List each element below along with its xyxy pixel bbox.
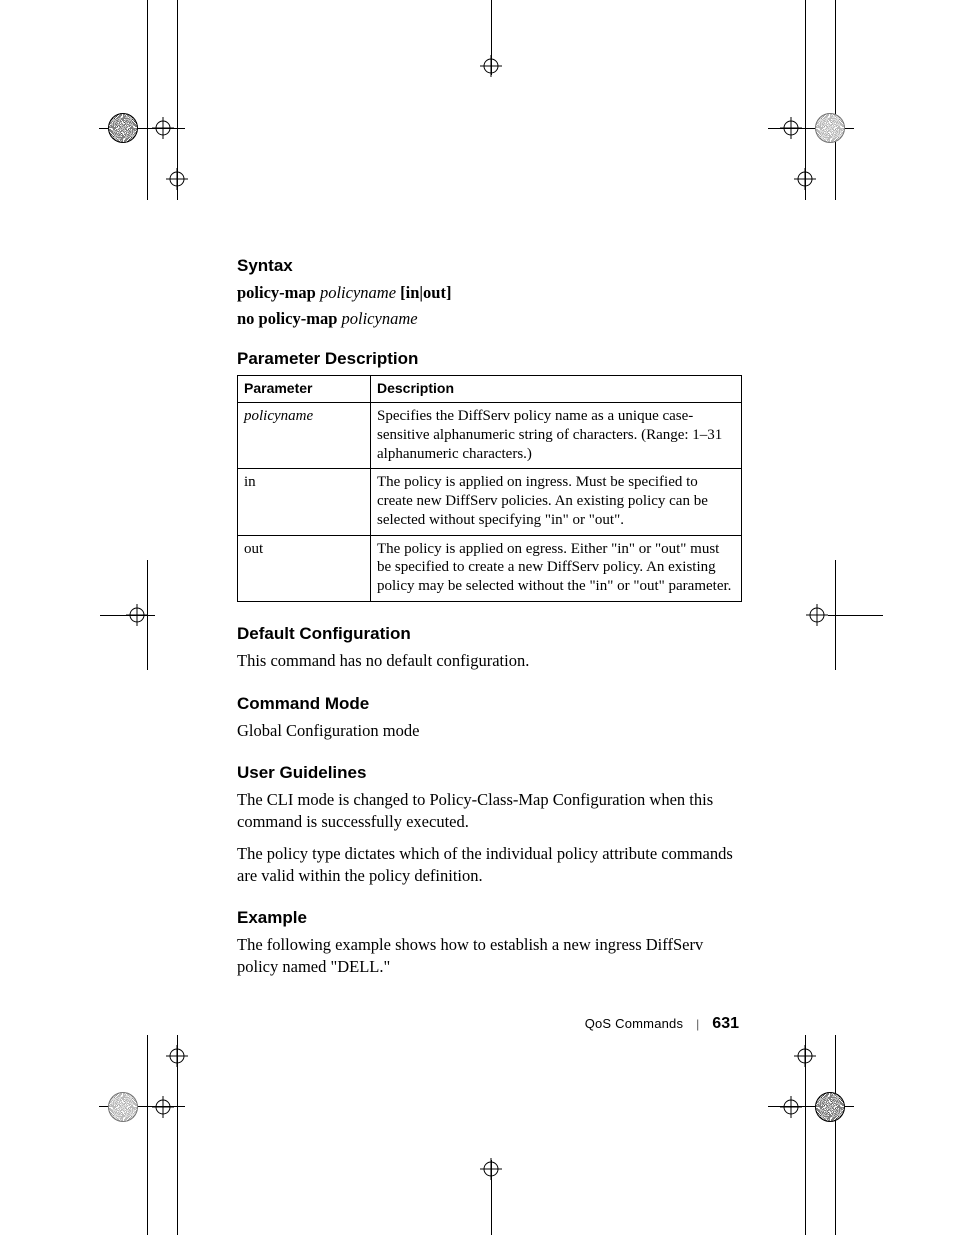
syntax-heading: Syntax [237, 256, 742, 276]
syntax-cmd-1: policy-map [237, 283, 316, 302]
param-cell: in [238, 469, 371, 535]
user-guidelines-p1: The CLI mode is changed to Policy-Class-… [237, 789, 742, 833]
registration-mark-icon [780, 117, 802, 139]
param-cell: out [238, 535, 371, 601]
table-row: inThe policy is applied on ingress. Must… [238, 469, 742, 535]
registration-mark-icon [152, 1096, 174, 1118]
col-header-parameter: Parameter [238, 375, 371, 403]
registration-mark-icon [480, 55, 502, 77]
syntax-cmd-2: no policy-map [237, 309, 337, 328]
registration-star-icon [815, 113, 845, 143]
footer-page-number: 631 [712, 1015, 739, 1032]
example-body: The following example shows how to estab… [237, 934, 742, 978]
footer-separator: | [696, 1016, 699, 1032]
col-header-description: Description [371, 375, 742, 403]
param-desc-heading: Parameter Description [237, 349, 742, 369]
command-mode-heading: Command Mode [237, 694, 742, 714]
syntax-line-1: policy-map policyname [in|out] [237, 282, 742, 304]
desc-cell: Specifies the DiffServ policy name as a … [371, 403, 742, 469]
example-heading: Example [237, 908, 742, 928]
registration-star-icon [815, 1092, 845, 1122]
registration-mark-icon [794, 1045, 816, 1067]
registration-mark-icon [166, 1045, 188, 1067]
user-guidelines-heading: User Guidelines [237, 763, 742, 783]
page-footer: QoS Commands | 631 [585, 1015, 739, 1033]
syntax-line-2: no policy-map policyname [237, 308, 742, 330]
footer-section-label: QoS Commands [585, 1016, 684, 1031]
registration-mark-icon [806, 604, 828, 626]
registration-mark-icon [152, 117, 174, 139]
table-header-row: Parameter Description [238, 375, 742, 403]
registration-star-icon [108, 113, 138, 143]
command-mode-body: Global Configuration mode [237, 720, 742, 742]
registration-star-icon [108, 1092, 138, 1122]
default-config-heading: Default Configuration [237, 624, 742, 644]
desc-cell: The policy is applied on egress. Either … [371, 535, 742, 601]
registration-mark-icon [780, 1096, 802, 1118]
page-content: Syntax policy-map policyname [in|out] no… [237, 256, 742, 978]
table-row: policynameSpecifies the DiffServ policy … [238, 403, 742, 469]
default-config-body: This command has no default configuratio… [237, 650, 742, 672]
user-guidelines-p2: The policy type dictates which of the in… [237, 843, 742, 887]
syntax-arg-1: policyname [320, 283, 396, 302]
desc-cell: The policy is applied on ingress. Must b… [371, 469, 742, 535]
syntax-arg-2: policyname [342, 309, 418, 328]
registration-mark-icon [126, 604, 148, 626]
param-cell: policyname [238, 403, 371, 469]
registration-mark-icon [480, 1158, 502, 1180]
registration-mark-icon [794, 168, 816, 190]
table-row: outThe policy is applied on egress. Eith… [238, 535, 742, 601]
parameter-table: Parameter Description policynameSpecifie… [237, 375, 742, 602]
registration-mark-icon [166, 168, 188, 190]
syntax-tail-1: [in|out] [396, 283, 451, 302]
